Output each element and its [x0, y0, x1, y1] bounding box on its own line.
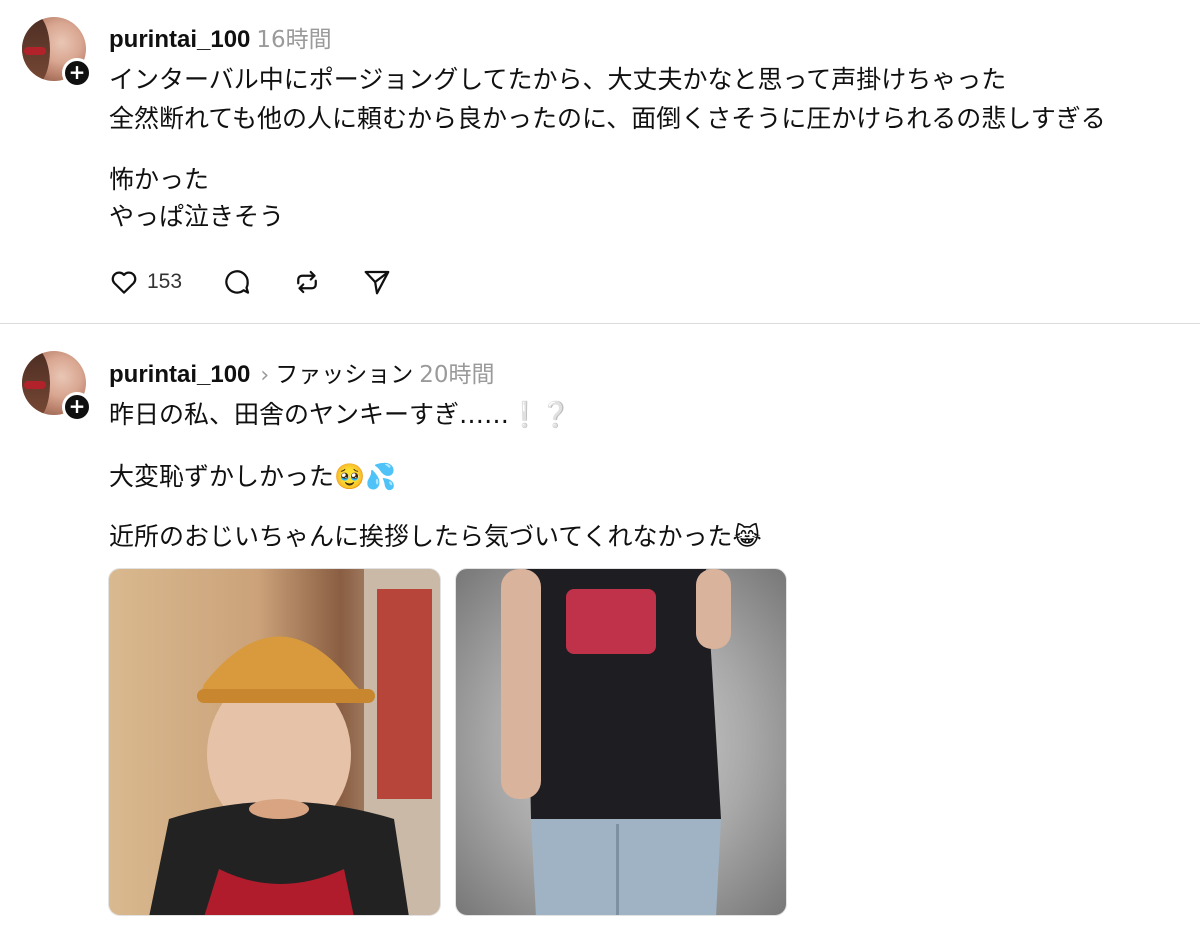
post-header: purintai_100 › ファッション 20時間 — [109, 355, 494, 389]
post-text-line: 昨日の私、田舎のヤンキーすぎ……❕❔ — [109, 400, 572, 429]
post-time: 16時間 — [256, 27, 332, 53]
post-2: + purintai_100 › ファッション 20時間 昨日の私、田舎のヤンキ… — [0, 325, 1200, 931]
post-text-line: インターバル中にポージョングしてたから、大丈夫かなと思って声掛けちゃった — [109, 65, 1007, 94]
follow-plus-icon[interactable]: + — [62, 58, 92, 88]
post-text-line: やっぱ泣きそう — [109, 202, 285, 231]
post-header: purintai_100 16時間 — [109, 20, 332, 54]
comment-button[interactable] — [222, 267, 252, 297]
chevron-right-icon: › — [260, 363, 270, 388]
post-text-line: 大変恥ずかしかった🥹💦 — [109, 462, 397, 491]
comment-icon — [225, 270, 250, 294]
topic-tag[interactable]: ファッション — [275, 355, 413, 389]
divider — [0, 323, 1200, 324]
post-time: 20時間 — [419, 362, 495, 388]
repost-icon — [297, 270, 317, 294]
outfit-mirror-photo[interactable] — [455, 568, 787, 916]
repost-button[interactable] — [292, 267, 322, 297]
post-text-line: 怖かった — [109, 165, 210, 194]
username[interactable]: purintai_100 — [109, 26, 250, 54]
action-bar: 153 — [109, 262, 432, 302]
send-icon — [364, 270, 390, 295]
like-count: 153 — [147, 270, 183, 293]
like-button[interactable]: 153 — [109, 267, 182, 297]
post-text-line: 近所のおじいちゃんに挨拶したら気づいてくれなかった😹 — [109, 522, 762, 551]
heart-icon — [111, 271, 137, 294]
selfie-with-cap-photo[interactable] — [108, 568, 441, 916]
share-button[interactable] — [362, 267, 392, 297]
follow-plus-icon[interactable]: + — [62, 392, 92, 422]
post-text-line: 全然断れても他の人に頼むから良かったのに、面倒くさそうに圧かけられるの悲しすぎる — [109, 104, 1106, 133]
post-1: + purintai_100 16時間 インターバル中にポージョングしてたから、… — [0, 0, 1200, 324]
username[interactable]: purintai_100 — [109, 361, 250, 389]
